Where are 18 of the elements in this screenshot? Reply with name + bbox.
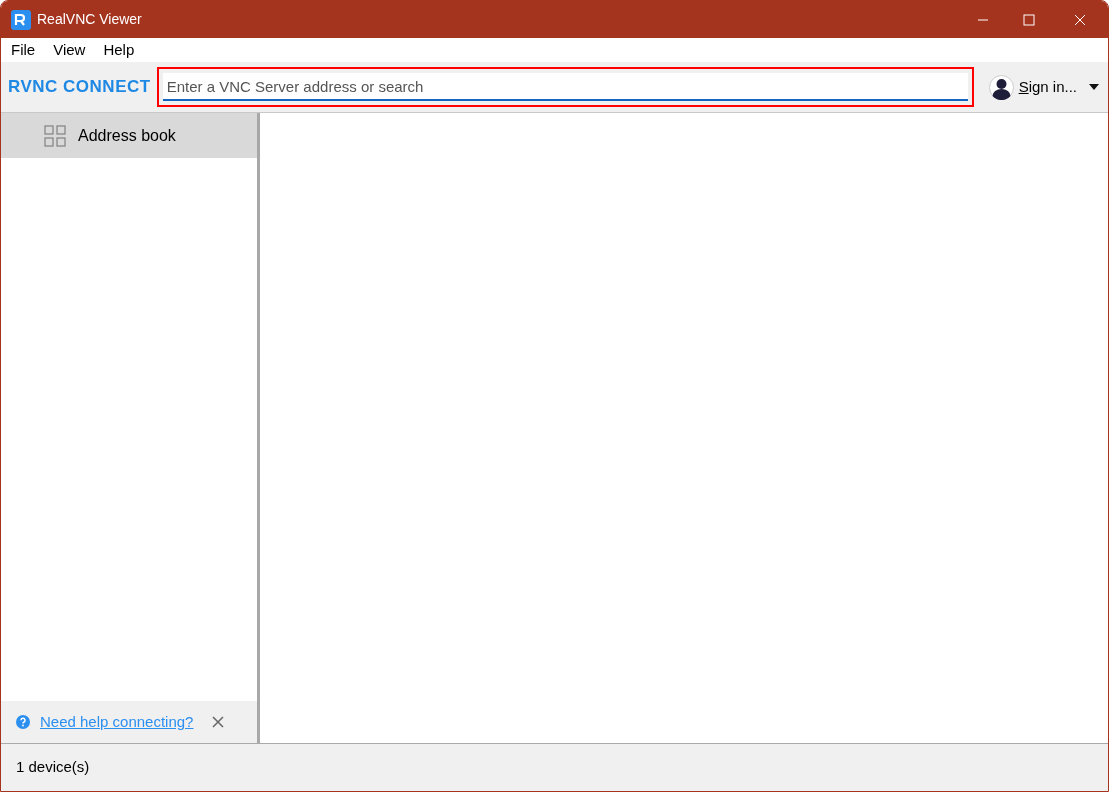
menu-item[interactable]: Help: [103, 38, 135, 62]
logo: RVNC CONNECT: [8, 76, 151, 99]
grid-icon: [44, 124, 66, 147]
window-title: RealVNC Viewer: [37, 10, 142, 29]
status-text: 1 device(s): [16, 757, 90, 778]
menu-item[interactable]: View: [53, 38, 86, 62]
caret-icon[interactable]: [1089, 84, 1100, 90]
maximize-icon: [1023, 13, 1035, 26]
sidebar-item-label: Address book: [78, 125, 176, 146]
user-avatar-icon: [988, 74, 1014, 100]
menu-item[interactable]: File: [11, 38, 36, 62]
sidebar-item[interactable]: Address book: [1, 113, 257, 158]
sign-in-button[interactable]: Sign in...: [1018, 75, 1078, 99]
search-field[interactable]: Enter a VNC Server address or search: [156, 67, 974, 107]
help-icon: [16, 715, 30, 729]
app-logo-icon: [11, 9, 31, 30]
close-icon: [1074, 13, 1086, 26]
close-icon[interactable]: [212, 716, 225, 728]
